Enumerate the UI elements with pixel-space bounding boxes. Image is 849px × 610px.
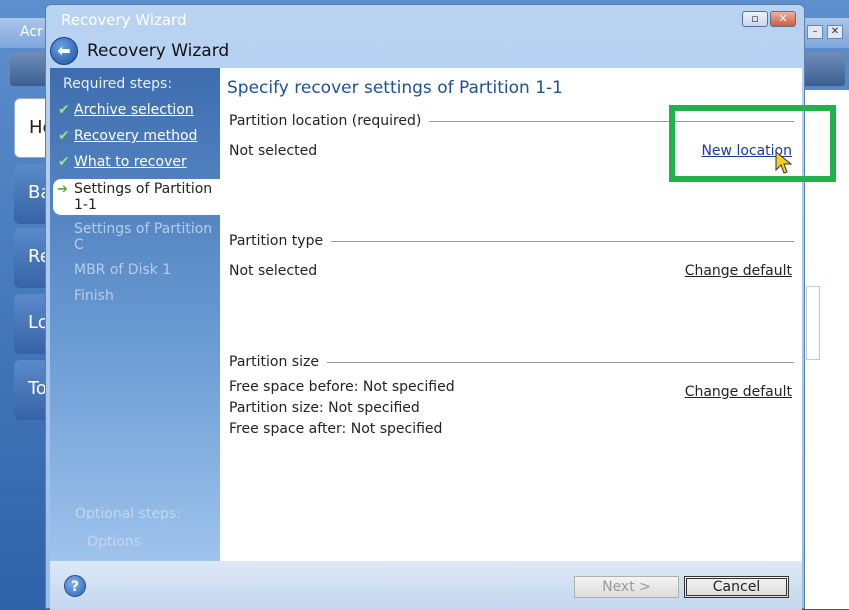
recovery-wizard-window: Recovery Wizard ▫ ✕ ⬅ Recovery Wizard Re…: [45, 4, 805, 610]
step-label: Finish: [74, 288, 114, 304]
content-title: Specify recover settings of Partition 1-…: [227, 78, 563, 98]
annotation-highlight-box: [669, 105, 836, 182]
partition-location-value: Not selected: [229, 143, 318, 159]
partition-size-label: Partition size: [229, 354, 327, 370]
step-mbr-disk-1: MBR of Disk 1: [74, 262, 214, 278]
wizard-footer: ? Next > Cancel: [50, 561, 802, 610]
mouse-cursor-icon: [775, 150, 793, 174]
partition-size-value: Partition size: Not specified: [229, 400, 420, 416]
background-right-box: [806, 286, 820, 360]
background-window-controls: – ✕: [807, 25, 843, 39]
step-settings-partition-1-1: ➔ Settings of Partition 1-1: [57, 181, 214, 213]
minimize-icon[interactable]: –: [807, 25, 823, 39]
checkmark-icon: ✔: [58, 102, 70, 118]
partition-type-label: Partition type: [229, 233, 332, 249]
window-title: Recovery Wizard: [61, 11, 187, 29]
next-button[interactable]: Next >: [574, 576, 679, 598]
close-icon[interactable]: ✕: [827, 25, 843, 39]
partition-type-value: Not selected: [229, 263, 318, 279]
step-label: Settings of Partition C: [74, 221, 213, 253]
partition-location-label: Partition location (required): [229, 113, 430, 129]
change-default-size-link[interactable]: Change default: [685, 384, 792, 400]
step-settings-partition-c: Settings of Partition C: [74, 221, 214, 253]
free-space-after: Free space after: Not specified: [229, 421, 443, 437]
close-icon[interactable]: ✕: [770, 11, 796, 27]
background-app-title: Acr: [20, 24, 43, 40]
cancel-button[interactable]: Cancel: [684, 576, 789, 598]
maximize-icon[interactable]: ▫: [742, 11, 768, 27]
back-arrow-icon[interactable]: ⬅: [50, 37, 78, 65]
step-options: Options: [87, 534, 142, 550]
wizard-heading: Recovery Wizard: [87, 41, 230, 61]
step-finish: Finish: [74, 288, 214, 304]
step-label: Recovery method: [74, 128, 198, 144]
free-space-before: Free space before: Not specified: [229, 379, 455, 395]
divider: [320, 241, 794, 242]
divider: [320, 362, 794, 363]
step-label: MBR of Disk 1: [74, 262, 172, 278]
change-default-type-link[interactable]: Change default: [685, 263, 792, 279]
checkmark-icon: ✔: [58, 128, 70, 144]
step-label: Archive selection: [74, 102, 194, 118]
step-label: What to recover: [74, 154, 187, 170]
wizard-header: ⬅ Recovery Wizard: [50, 33, 802, 67]
step-what-to-recover[interactable]: ✔ What to recover: [58, 154, 187, 170]
step-archive-selection[interactable]: ✔ Archive selection: [58, 102, 194, 118]
arrow-right-icon: ➔: [57, 182, 68, 197]
required-steps-heading: Required steps:: [63, 76, 173, 92]
help-icon[interactable]: ?: [64, 575, 86, 597]
checkmark-icon: ✔: [58, 154, 70, 170]
steps-panel: Required steps: ✔ Archive selection ✔ Re…: [50, 68, 220, 561]
optional-steps-heading: Optional steps:: [75, 506, 181, 522]
step-label: Settings of Partition 1-1: [74, 181, 213, 213]
step-recovery-method[interactable]: ✔ Recovery method: [58, 128, 198, 144]
window-controls: ▫ ✕: [742, 11, 796, 27]
